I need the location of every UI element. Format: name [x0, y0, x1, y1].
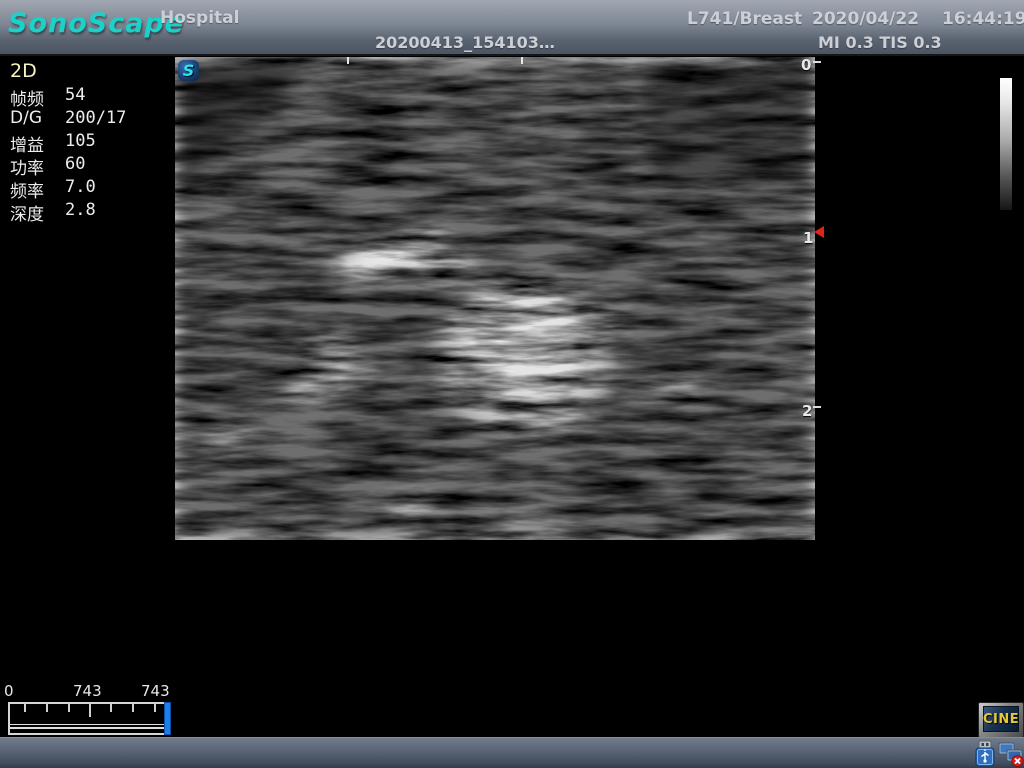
network-disconnected-icon[interactable]	[998, 740, 1024, 767]
param-value: 2.8	[65, 200, 96, 220]
ultrasound-system-screen: SonoScape Hospital L741/Breast 2020/04/2…	[0, 0, 1024, 768]
depth-ruler-label-2: 2	[802, 402, 812, 420]
depth-ruler-label-1: 1	[803, 229, 813, 247]
cine-tick	[24, 704, 26, 712]
header-bar: SonoScape Hospital L741/Breast 2020/04/2…	[0, 0, 1024, 56]
cine-button[interactable]: CINE	[978, 702, 1024, 738]
cine-tick	[110, 704, 112, 712]
param-row-framerate: 帧频 54	[10, 85, 170, 108]
cine-tick	[132, 704, 134, 712]
cine-end-frame: 743	[141, 682, 170, 700]
param-label: 频率	[10, 177, 44, 202]
cine-button-screen: CINE	[983, 706, 1019, 732]
depth-ruler-tick	[813, 61, 821, 63]
param-value: 54	[65, 85, 85, 105]
cine-tick	[154, 704, 156, 712]
cine-tick-major	[89, 704, 91, 717]
ultrasound-speckle-render	[175, 57, 815, 540]
depth-ruler-label-0: 0	[801, 56, 811, 74]
cine-progress-line	[10, 724, 168, 725]
depth-ruler-tick	[813, 406, 821, 408]
grayscale-map-bar	[1000, 78, 1012, 210]
focus-marker-icon[interactable]	[814, 226, 824, 238]
cine-progress-line	[10, 727, 168, 729]
usb-storage-icon[interactable]	[972, 740, 998, 767]
cine-tick	[46, 704, 48, 712]
mode-2d-label: 2D	[10, 60, 37, 82]
param-label: 深度	[10, 200, 44, 225]
exam-file-name: 20200413_154103…	[375, 33, 555, 52]
param-label: 增益	[10, 131, 44, 156]
width-ruler-tick	[347, 57, 349, 64]
cine-position-cursor[interactable]	[164, 702, 171, 735]
cine-start-frame: 0	[4, 682, 14, 700]
cine-button-label: CINE	[983, 712, 1019, 727]
param-row-dg: D/G 200/17	[10, 108, 170, 131]
param-row-frequency: 频率 7.0	[10, 177, 170, 200]
probe-orientation-marker: S	[178, 60, 199, 81]
param-value: 105	[65, 131, 96, 151]
param-row-gain: 增益 105	[10, 131, 170, 154]
cine-tick	[68, 704, 70, 712]
ultrasound-image[interactable]: S	[175, 57, 815, 540]
sonoscape-logo: SonoScape	[8, 8, 184, 39]
system-date: 2020/04/22	[812, 9, 919, 29]
cine-scrubber-track[interactable]	[8, 702, 170, 735]
param-label: D/G	[10, 108, 42, 128]
param-label: 功率	[10, 154, 44, 179]
param-label: 帧频	[10, 85, 44, 110]
mi-tis-readout: MI 0.3 TIS 0.3	[818, 33, 942, 52]
param-value: 7.0	[65, 177, 96, 197]
param-value: 200/17	[65, 108, 126, 128]
width-ruler-tick	[521, 57, 523, 64]
param-row-power: 功率 60	[10, 154, 170, 177]
system-time: 16:44:19	[942, 9, 1024, 29]
param-row-depth: 深度 2.8	[10, 200, 170, 223]
cine-current-frame: 743	[73, 682, 102, 700]
taskbar	[0, 737, 1024, 768]
param-value: 60	[65, 154, 85, 174]
hospital-name: Hospital	[160, 8, 239, 28]
probe-preset: L741/Breast	[687, 9, 802, 29]
